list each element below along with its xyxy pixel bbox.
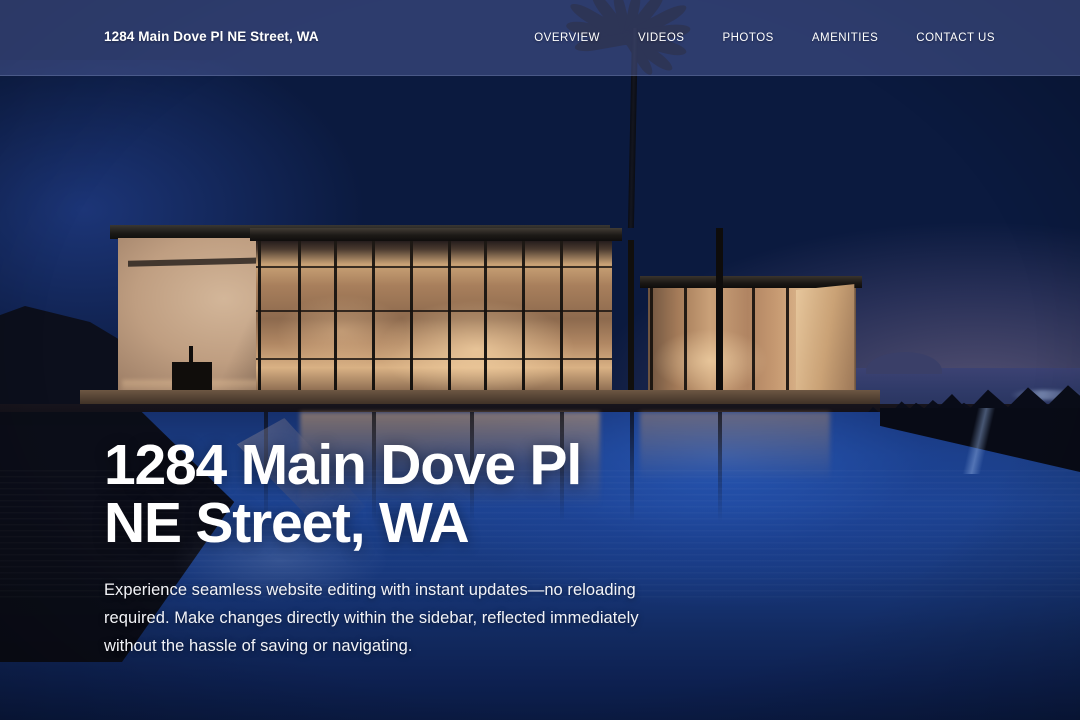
hero-section: 1284 Main Dove Pl NE Street, WA Experien… [104, 436, 704, 660]
nav-link-videos[interactable]: VIDEOS [638, 32, 684, 44]
site-header: 1284 Main Dove Pl NE Street, WA OVERVIEW… [0, 0, 1080, 76]
nav-link-photos[interactable]: PHOTOS [722, 32, 773, 44]
main-navigation: OVERVIEW VIDEOS PHOTOS AMENITIES CONTACT… [534, 32, 995, 44]
page-root: 1284 Main Dove Pl NE Street, WA OVERVIEW… [0, 0, 1080, 720]
nav-link-amenities[interactable]: AMENITIES [812, 32, 878, 44]
nav-link-contact-us[interactable]: CONTACT US [916, 32, 995, 44]
hero-title: 1284 Main Dove Pl NE Street, WA [104, 433, 582, 555]
hero-description: Experience seamless website editing with… [104, 581, 639, 655]
nav-link-overview[interactable]: OVERVIEW [534, 32, 600, 44]
brand-address[interactable]: 1284 Main Dove Pl NE Street, WA [104, 29, 319, 44]
